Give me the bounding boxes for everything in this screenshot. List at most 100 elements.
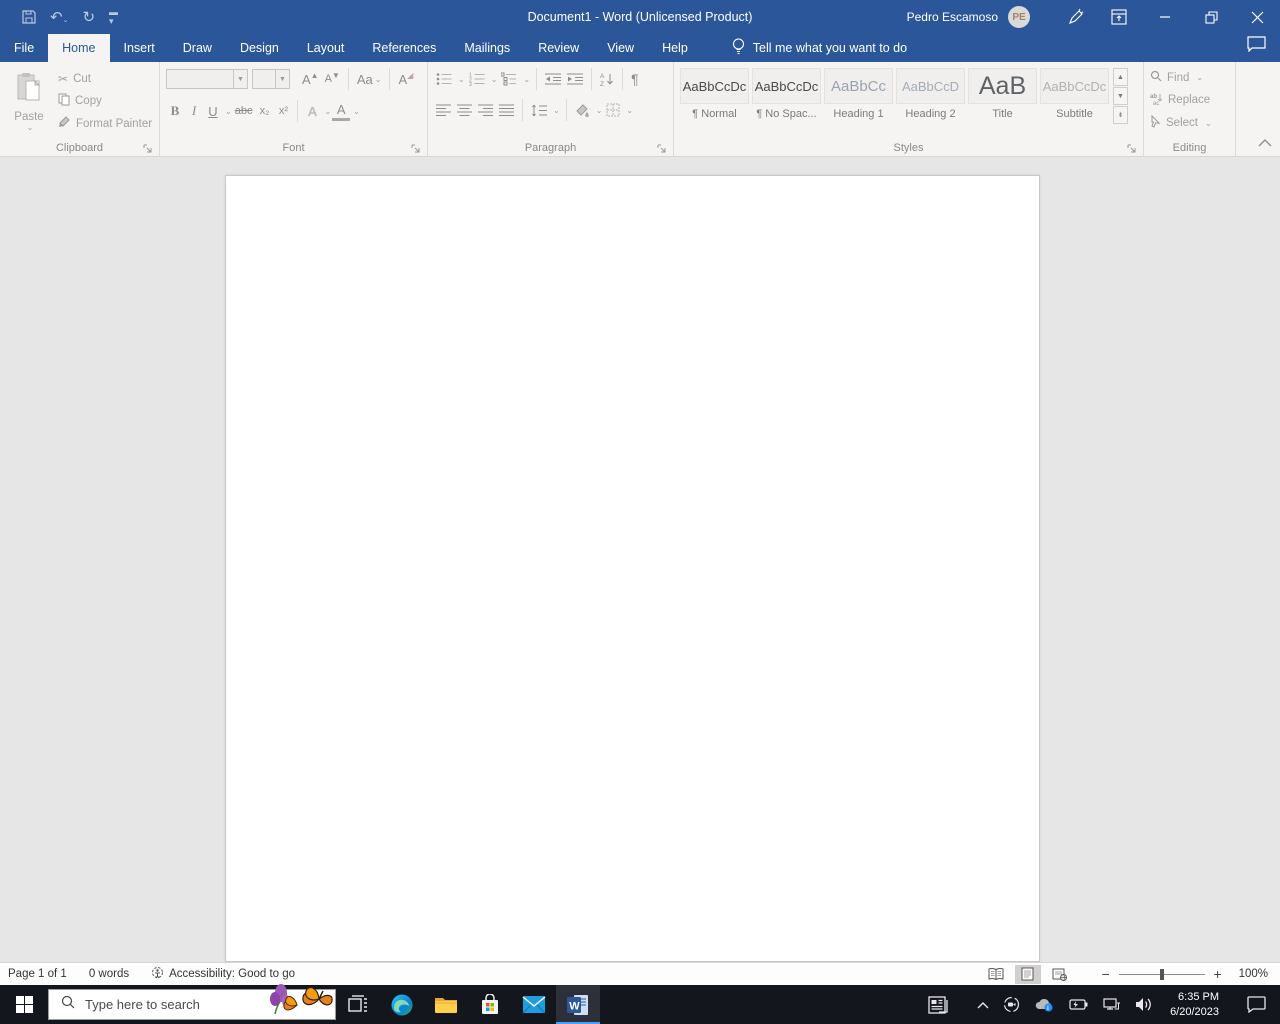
hidden-icons-chevron[interactable] (970, 985, 996, 1024)
bullets-button[interactable] (434, 69, 454, 89)
tab-mailings[interactable]: Mailings (450, 34, 524, 62)
replace-button[interactable]: ab ac Replace (1150, 92, 1229, 108)
tab-insert[interactable]: Insert (110, 34, 169, 62)
paste-dropdown-icon[interactable]: ⌄ (27, 123, 34, 132)
shrink-font-button[interactable]: A ▼ (323, 69, 342, 89)
text-effects-dropdown-icon[interactable]: ⌄ (324, 107, 331, 116)
format-painter-button[interactable]: Format Painter (58, 116, 152, 131)
find-button[interactable]: Find ⌄ (1150, 70, 1229, 85)
close-button[interactable] (1234, 0, 1280, 34)
redo-icon[interactable]: ↻ (82, 10, 95, 25)
meet-now-icon[interactable] (996, 985, 1027, 1024)
numbering-dropdown-icon[interactable]: ⌄ (491, 75, 498, 84)
page-number-indicator[interactable]: Page 1 of 1 (8, 968, 67, 980)
align-center-button[interactable] (455, 100, 474, 120)
multilevel-list-button[interactable] (499, 69, 519, 89)
signed-in-user[interactable]: Pedro Escamoso (907, 10, 998, 24)
underline-dropdown-icon[interactable]: ⌄ (225, 107, 232, 116)
style-heading-1[interactable]: AaBbCc Heading 1 (824, 68, 893, 138)
multilevel-dropdown-icon[interactable]: ⌄ (523, 75, 530, 84)
action-center-icon[interactable] (1229, 985, 1280, 1024)
font-dialog-launcher-icon[interactable] (411, 141, 423, 153)
tell-me-box[interactable]: Tell me what you want to do (732, 34, 907, 62)
strikethrough-button[interactable]: abc (233, 101, 255, 121)
italic-button[interactable]: I (185, 101, 203, 121)
justify-button[interactable] (497, 100, 516, 120)
styles-dialog-launcher-icon[interactable] (1127, 141, 1139, 153)
word-count-indicator[interactable]: 0 words (89, 968, 129, 980)
styles-scroll-up-icon[interactable]: ▲ (1113, 68, 1128, 86)
power-battery-icon[interactable] (1061, 985, 1095, 1024)
tab-review[interactable]: Review (524, 34, 593, 62)
align-left-button[interactable] (434, 100, 453, 120)
borders-button[interactable] (604, 100, 622, 120)
bold-button[interactable]: B (166, 101, 184, 121)
bullets-dropdown-icon[interactable]: ⌄ (458, 75, 465, 84)
web-layout-icon[interactable] (1047, 965, 1073, 984)
user-avatar[interactable]: PE (1008, 6, 1030, 28)
save-icon[interactable] (22, 10, 36, 24)
taskbar-clock[interactable]: 6:35 PM 6/20/2023 (1160, 990, 1229, 1019)
find-dropdown-icon[interactable]: ⌄ (1196, 73, 1203, 82)
grow-font-button[interactable]: A ▲ (300, 69, 321, 89)
shading-dropdown-icon[interactable]: ⌄ (596, 106, 603, 115)
read-mode-icon[interactable] (983, 965, 1009, 984)
tab-draw[interactable]: Draw (169, 34, 226, 62)
start-button[interactable] (0, 985, 48, 1024)
align-right-button[interactable] (476, 100, 495, 120)
tab-references[interactable]: References (358, 34, 450, 62)
collapse-ribbon-icon[interactable] (1258, 134, 1272, 152)
zoom-in-icon[interactable]: + (1209, 966, 1227, 982)
search-highlight-butterfly-image[interactable] (267, 977, 333, 1019)
network-icon[interactable] (1095, 985, 1128, 1024)
tab-file[interactable]: File (0, 34, 48, 62)
document-page[interactable] (225, 175, 1040, 962)
pen-inking-icon[interactable] (1056, 0, 1096, 34)
numbering-button[interactable]: 123 (467, 69, 487, 89)
cut-button[interactable]: ✂ Cut (58, 72, 152, 86)
borders-dropdown-icon[interactable]: ⌄ (626, 106, 633, 115)
font-color-dropdown-icon[interactable]: ⌄ (353, 107, 360, 116)
style-title[interactable]: AaB Title (968, 68, 1037, 138)
task-view-button[interactable] (336, 985, 380, 1024)
microsoft-store-icon[interactable] (468, 985, 512, 1024)
word-app-icon[interactable]: W (556, 985, 600, 1024)
style-no-spacing[interactable]: AaBbCcDc ¶ No Spac... (752, 68, 821, 138)
volume-icon[interactable] (1128, 985, 1160, 1024)
clipboard-dialog-launcher-icon[interactable] (143, 141, 155, 153)
font-name-dropdown-icon[interactable]: ▼ (233, 70, 247, 88)
customize-qat-icon[interactable]: ▬ ▾ (109, 8, 118, 26)
font-size-dropdown-icon[interactable]: ▼ (275, 70, 289, 88)
mail-app-icon[interactable] (512, 985, 556, 1024)
style-subtitle[interactable]: AaBbCcDc Subtitle (1040, 68, 1109, 138)
line-spacing-button[interactable] (529, 100, 549, 120)
zoom-slider-handle[interactable] (1159, 968, 1164, 980)
tab-design[interactable]: Design (226, 34, 293, 62)
tab-home[interactable]: Home (48, 34, 110, 62)
news-widget-icon[interactable] (921, 985, 970, 1024)
change-case-button[interactable]: Aa ⌄ (355, 69, 384, 89)
subscript-button[interactable]: x₂ (255, 101, 273, 121)
decrease-indent-button[interactable] (543, 69, 563, 89)
select-button[interactable]: Select ⌄ (1150, 114, 1229, 131)
tab-help[interactable]: Help (648, 34, 702, 62)
style-normal[interactable]: AaBbCcDc ¶ Normal (680, 68, 749, 138)
zoom-slider[interactable] (1118, 968, 1205, 980)
increase-indent-button[interactable] (565, 69, 585, 89)
zoom-level[interactable]: 100% (1239, 968, 1268, 980)
select-dropdown-icon[interactable]: ⌄ (1205, 119, 1212, 128)
ribbon-display-options-icon[interactable] (1096, 0, 1142, 34)
text-effects-button[interactable]: A (303, 101, 321, 121)
line-spacing-dropdown-icon[interactable]: ⌄ (553, 106, 560, 115)
undo-icon[interactable]: ↶⌄ (50, 10, 68, 25)
styles-scroll-down-icon[interactable]: ▼ (1113, 87, 1128, 105)
file-explorer-icon[interactable] (424, 985, 468, 1024)
font-color-button[interactable]: A (332, 101, 351, 121)
taskbar-search-input[interactable]: Type here to search (48, 984, 336, 1020)
tab-view[interactable]: View (593, 34, 648, 62)
underline-button[interactable]: U (204, 101, 222, 121)
minimize-button[interactable] (1142, 0, 1188, 34)
shading-button[interactable] (573, 100, 592, 120)
comments-icon[interactable] (1247, 36, 1266, 57)
copy-button[interactable]: Copy (58, 93, 152, 109)
